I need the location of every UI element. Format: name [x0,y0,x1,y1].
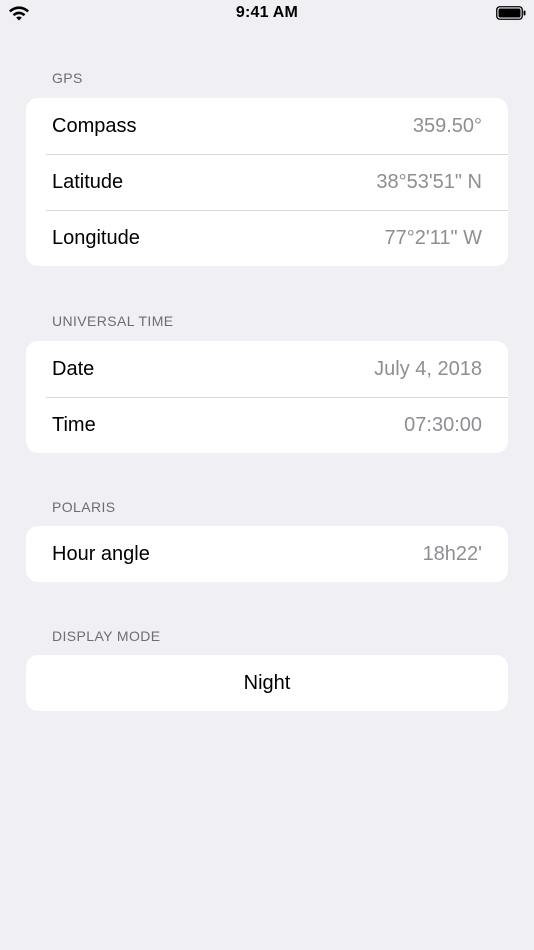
time-label: Time [52,413,96,436]
section-header-gps: GPS [52,70,83,86]
longitude-label: Longitude [52,226,140,249]
latitude-value: 38°53'51" N [376,170,482,193]
hour-angle-value: 18h22' [422,542,482,565]
hour-angle-label: Hour angle [52,542,150,565]
time-value: 07:30:00 [404,413,482,436]
hour-angle-row: Hour angle 18h22' [26,526,508,582]
night-mode-label: Night [243,671,291,694]
gps-group: Compass 359.50° Latitude 38°53'51" N Lon… [26,98,508,266]
longitude-row: Longitude 77°2'11" W [26,210,508,266]
compass-value: 359.50° [412,114,482,137]
section-header-display-mode: DISPLAY MODE [52,628,161,644]
battery-icon [496,6,526,20]
latitude-row: Latitude 38°53'51" N [26,154,508,210]
compass-label: Compass [52,114,137,137]
time-row: Time 07:30:00 [26,397,508,453]
night-mode-button[interactable]: Night [26,655,508,711]
longitude-value: 77°2'11" W [384,226,482,249]
latitude-label: Latitude [52,170,124,193]
universal-time-group: Date July 4, 2018 Time 07:30:00 [26,341,508,453]
compass-row: Compass 359.50° [26,98,508,154]
polaris-group: Hour angle 18h22' [26,526,508,582]
date-row: Date July 4, 2018 [26,341,508,397]
date-value: July 4, 2018 [374,357,482,380]
section-header-polaris: POLARIS [52,499,116,515]
status-time: 9:41 AM [235,4,299,21]
status-bar: 9:41 AM [0,0,534,28]
display-mode-group: Night [26,655,508,711]
date-label: Date [52,357,95,380]
section-header-universal-time: UNIVERSAL TIME [52,313,174,329]
